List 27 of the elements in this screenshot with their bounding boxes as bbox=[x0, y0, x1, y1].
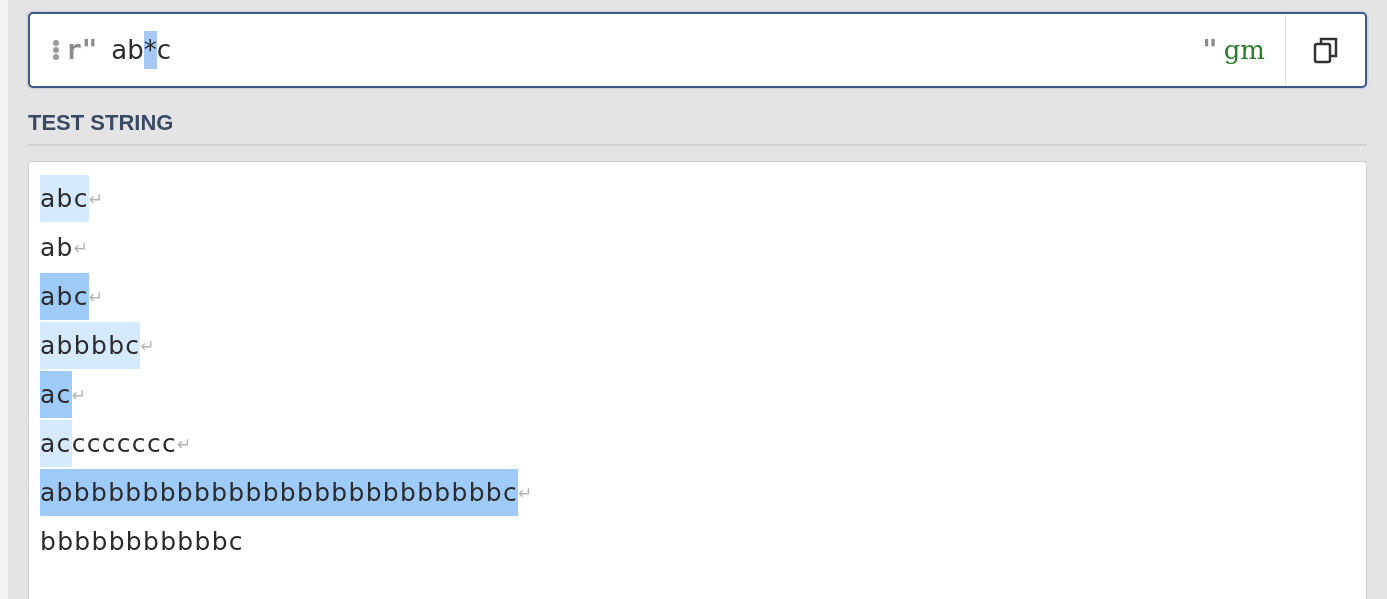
regex-token: ab bbox=[111, 34, 144, 67]
match-highlight: ac bbox=[40, 371, 72, 418]
test-string-editor[interactable]: abc↵ ab↵ abc↵ abbbbc↵ ac↵ acccccccc↵ abbbbbbbbbbbbbbbbbbbbbbbbbbc↵ bbbbbbbbbbbc bbox=[28, 161, 1367, 599]
newline-mark: ↵ bbox=[140, 335, 156, 356]
regex-token: * bbox=[143, 31, 157, 69]
regex-input[interactable]: r" ab*c " gm bbox=[28, 12, 1367, 88]
newline-mark: ↵ bbox=[71, 384, 88, 405]
line-text: ccccccc bbox=[71, 429, 177, 458]
newline-mark: ↵ bbox=[88, 188, 105, 209]
section-heading: TEST STRING bbox=[28, 110, 1367, 146]
line-text: ab bbox=[40, 233, 74, 262]
regex-token: c bbox=[156, 34, 172, 67]
regex-prefix: r" bbox=[66, 35, 98, 65]
newline-mark: ↵ bbox=[73, 237, 90, 258]
match-highlight: abc bbox=[40, 273, 89, 320]
match-highlight: abc bbox=[40, 175, 89, 222]
line-text: bbbbbbbbbbbc bbox=[40, 527, 244, 556]
match-highlight: abbbbc bbox=[40, 322, 141, 369]
copy-icon bbox=[1312, 36, 1339, 64]
regex-delimiter: " bbox=[1202, 35, 1218, 65]
regex-flags[interactable]: gm bbox=[1223, 35, 1265, 65]
drag-handle-icon[interactable] bbox=[52, 39, 60, 61]
match-highlight: abbbbbbbbbbbbbbbbbbbbbbbbbbc bbox=[40, 469, 519, 516]
newline-mark: ↵ bbox=[88, 286, 105, 307]
match-highlight: ac bbox=[40, 420, 72, 467]
newline-mark: ↵ bbox=[518, 482, 534, 503]
newline-mark: ↵ bbox=[177, 433, 193, 454]
